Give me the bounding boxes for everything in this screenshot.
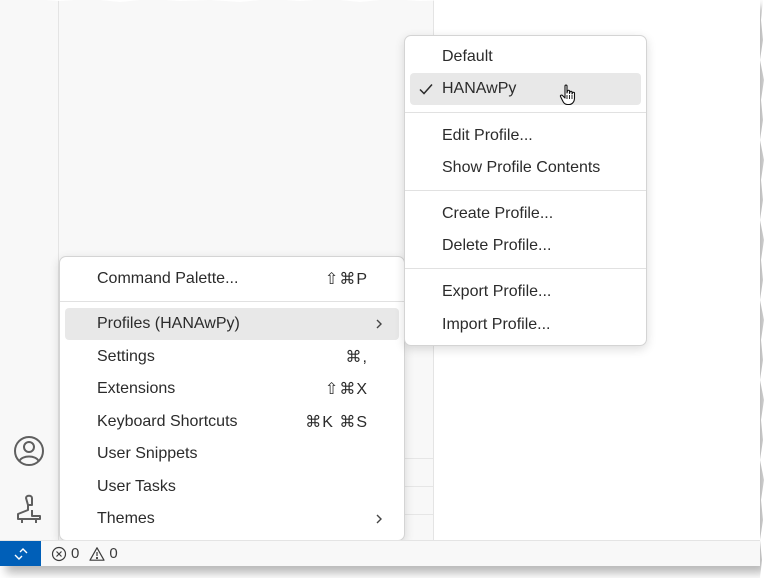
menu-separator xyxy=(405,268,646,269)
hand-cursor-icon xyxy=(559,84,576,106)
problems-indicator[interactable]: 0 0 xyxy=(41,545,124,562)
menu-item-label: Create Profile... xyxy=(442,205,554,222)
menu-item-label: User Snippets xyxy=(97,445,198,462)
menu-item-profile-default[interactable]: Default xyxy=(410,41,641,73)
menu-item-label: Themes xyxy=(97,510,155,527)
status-bar: 0 0 xyxy=(0,540,760,566)
menu-item-label: Default xyxy=(442,48,493,65)
menu-item-profile-hanawpy[interactable]: HANAwPy xyxy=(410,73,641,105)
warning-count: 0 xyxy=(109,545,118,562)
menu-item-user-tasks[interactable]: User Tasks xyxy=(65,471,399,503)
menu-separator xyxy=(405,190,646,191)
menu-item-label: Settings xyxy=(97,348,155,365)
menu-item-shortcut: ⇧⌘P xyxy=(324,271,368,288)
menu-item-label: User Tasks xyxy=(97,478,176,495)
menu-item-export-profile[interactable]: Export Profile... xyxy=(410,276,641,308)
menu-item-label: Export Profile... xyxy=(442,283,552,300)
menu-item-themes[interactable]: Themes xyxy=(65,503,399,535)
menu-item-label: Edit Profile... xyxy=(442,127,533,144)
menu-item-label: HANAwPy xyxy=(442,80,517,97)
menu-item-user-snippets[interactable]: User Snippets xyxy=(65,438,399,470)
menu-item-label: Show Profile Contents xyxy=(442,159,601,176)
menu-item-label: Delete Profile... xyxy=(442,237,552,254)
menu-item-command-palette[interactable]: Command Palette... ⇧⌘P xyxy=(65,263,399,295)
menu-item-profiles[interactable]: Profiles (HANAwPy) xyxy=(65,308,399,340)
vscode-window: Command Palette... ⇧⌘P Profiles (HANAwPy… xyxy=(0,0,760,566)
menu-item-shortcut: ⌘K ⌘S xyxy=(305,414,368,431)
menu-item-show-profile-contents[interactable]: Show Profile Contents xyxy=(410,152,641,184)
menu-separator xyxy=(60,301,404,302)
profiles-submenu: Default HANAwPy Edit Profile... Show Pro… xyxy=(404,35,647,346)
remote-icon xyxy=(14,547,27,560)
manage-menu: Command Palette... ⇧⌘P Profiles (HANAwPy… xyxy=(59,256,405,541)
manage-icon[interactable] xyxy=(12,492,46,526)
menu-separator xyxy=(405,112,646,113)
chevron-right-icon xyxy=(376,514,382,524)
menu-item-settings[interactable]: Settings ⌘, xyxy=(65,341,399,373)
menu-item-shortcut: ⇧⌘X xyxy=(324,381,368,398)
chevron-right-icon xyxy=(376,319,382,329)
activity-bar xyxy=(0,0,59,540)
torn-edge-top xyxy=(0,0,772,2)
menu-item-label: Import Profile... xyxy=(442,316,551,333)
warning-icon xyxy=(89,546,105,561)
error-count: 0 xyxy=(71,545,80,562)
menu-item-label: Keyboard Shortcuts xyxy=(97,413,238,430)
torn-edge-right xyxy=(760,0,772,578)
menu-item-label: Command Palette... xyxy=(97,270,239,287)
menu-item-extensions[interactable]: Extensions ⇧⌘X xyxy=(65,373,399,405)
menu-item-label: Extensions xyxy=(97,380,176,397)
menu-item-keyboard-shortcuts[interactable]: Keyboard Shortcuts ⌘K ⌘S xyxy=(65,406,399,438)
menu-item-shortcut: ⌘, xyxy=(345,349,368,366)
menu-item-delete-profile[interactable]: Delete Profile... xyxy=(410,230,641,262)
menu-item-create-profile[interactable]: Create Profile... xyxy=(410,198,641,230)
menu-item-label: Profiles (HANAwPy) xyxy=(97,315,240,332)
menu-item-import-profile[interactable]: Import Profile... xyxy=(410,309,641,341)
error-icon xyxy=(51,546,67,561)
checkmark-icon xyxy=(419,84,433,95)
accounts-icon[interactable] xyxy=(12,434,46,468)
remote-indicator-button[interactable] xyxy=(0,540,41,566)
menu-item-edit-profile[interactable]: Edit Profile... xyxy=(410,120,641,152)
